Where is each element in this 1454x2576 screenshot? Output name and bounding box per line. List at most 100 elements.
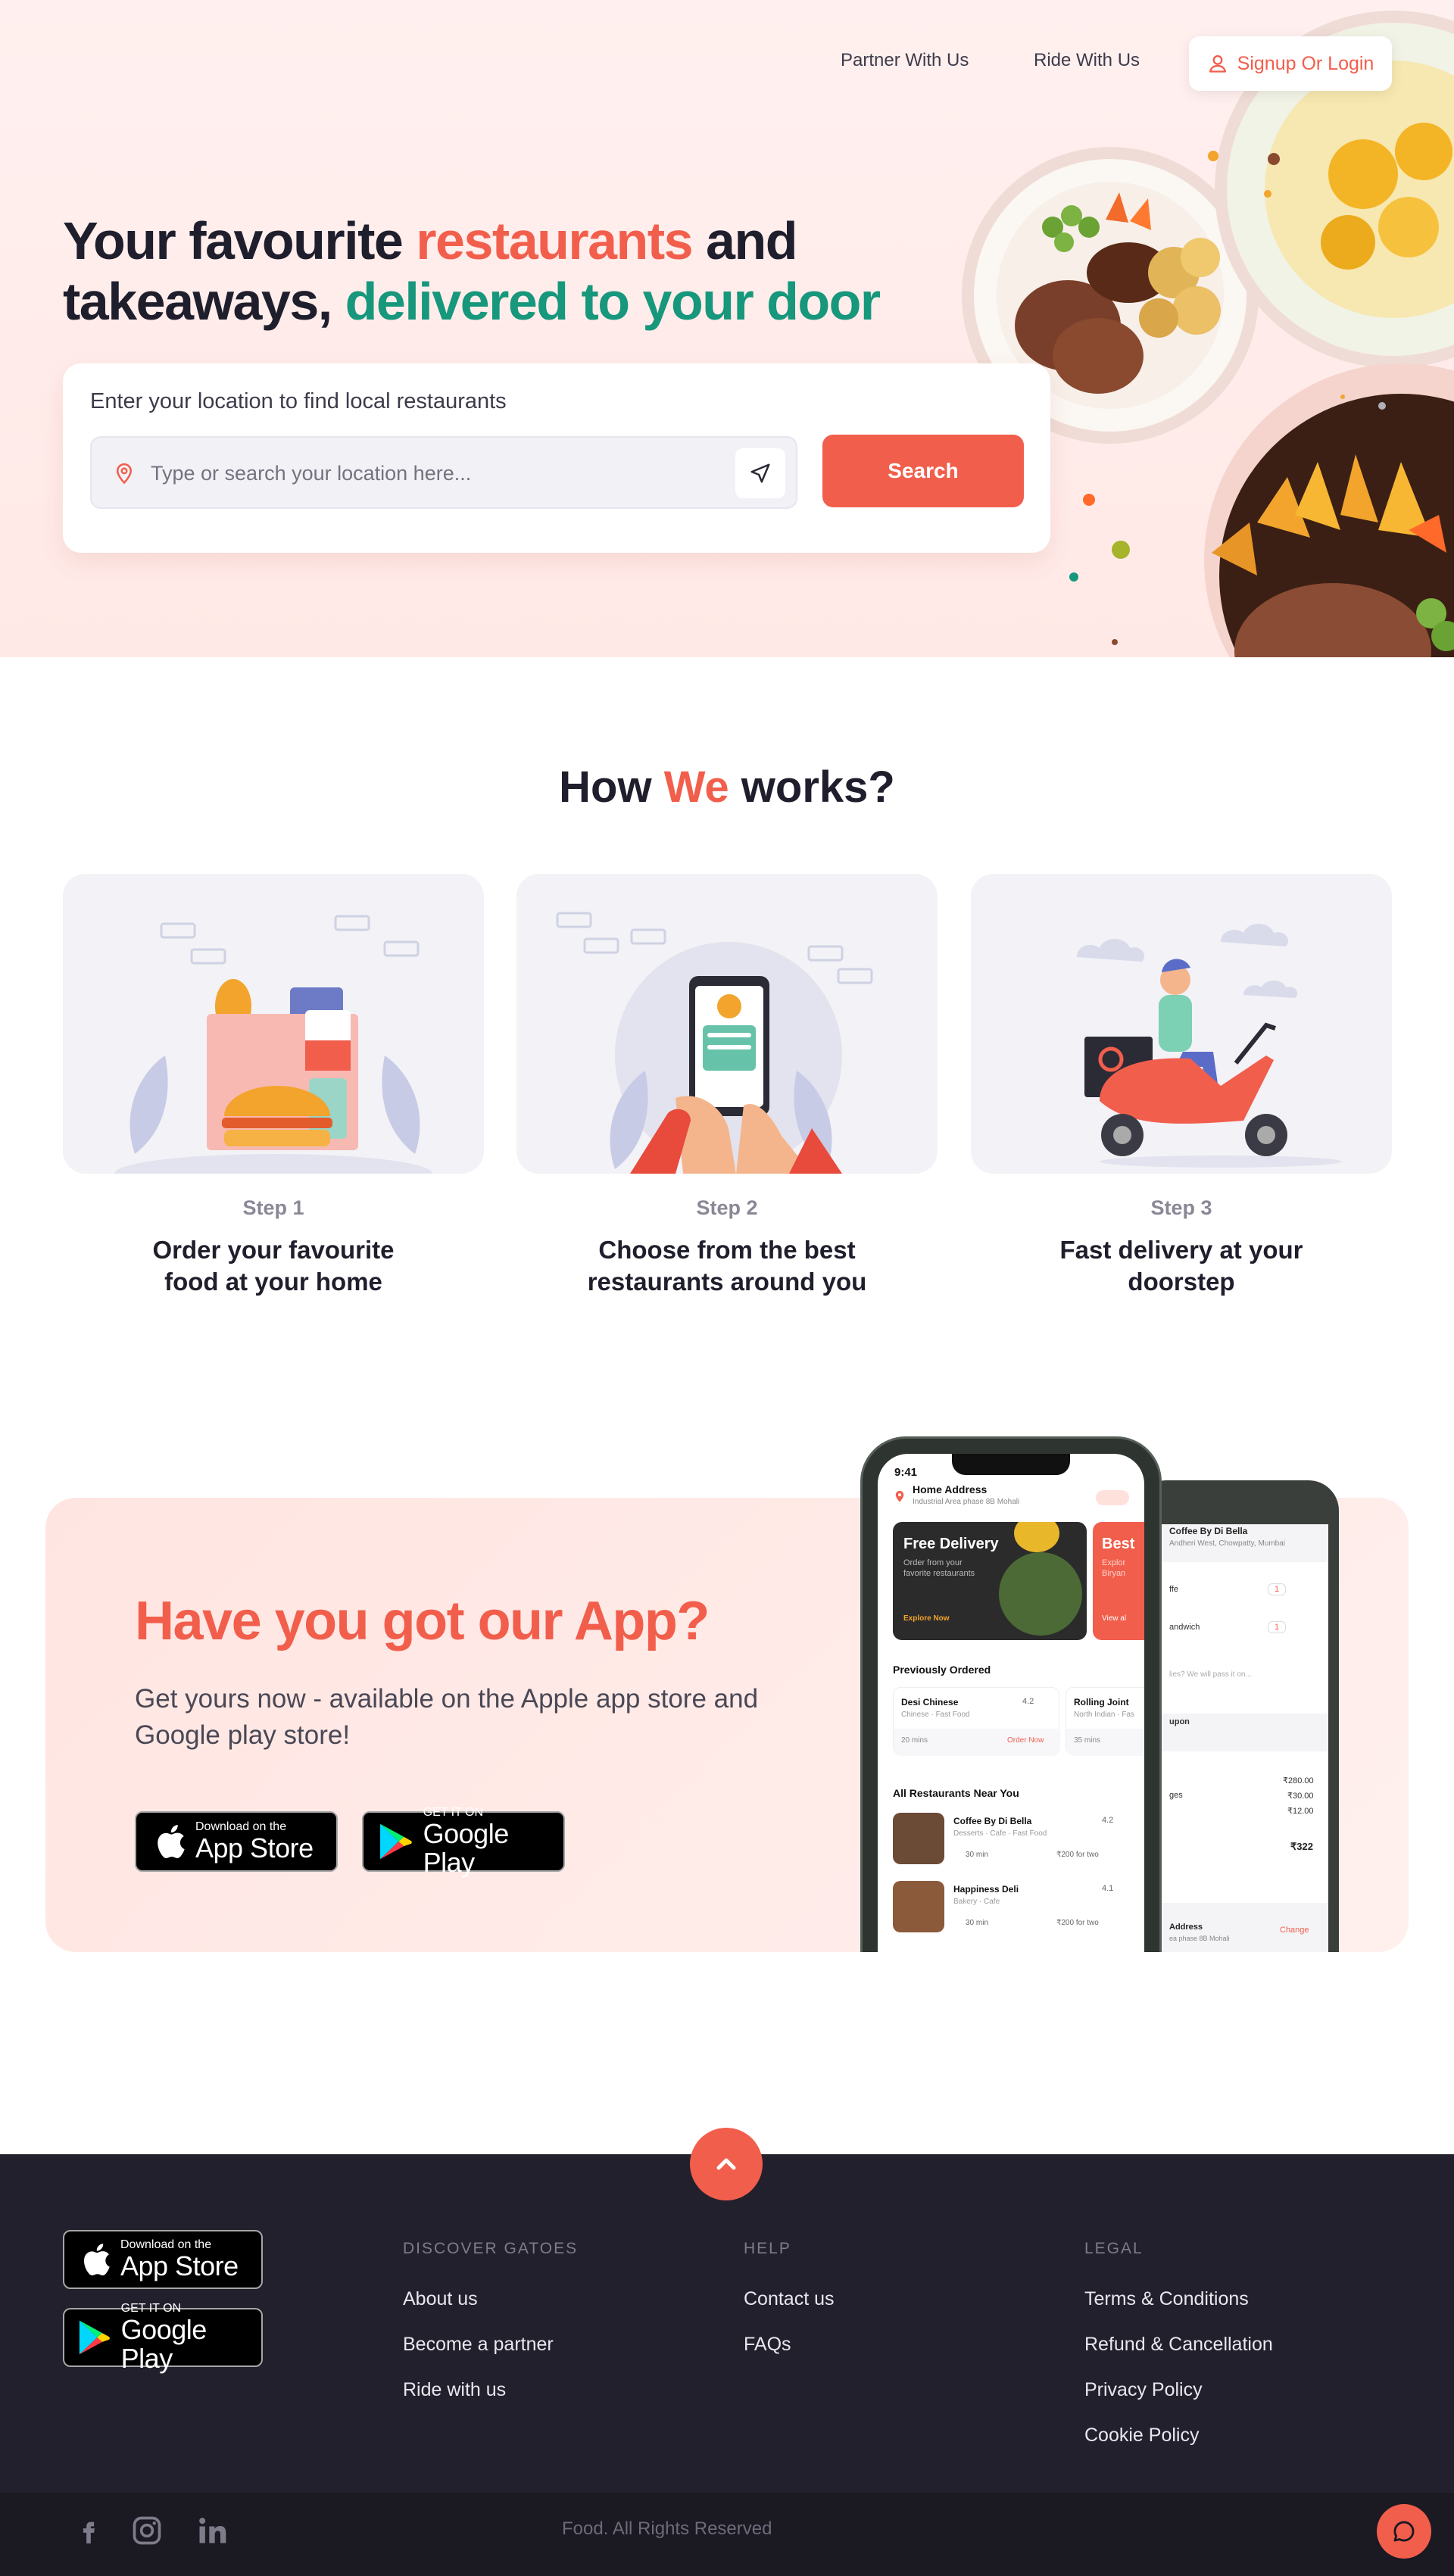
back-address-sub: ea phase 8B Mohali xyxy=(1169,1935,1230,1942)
banner2-sub-1: Explor xyxy=(1102,1558,1126,1567)
facebook-icon[interactable] xyxy=(76,2514,101,2547)
back-item-1-qty: 1 xyxy=(1268,1583,1287,1595)
location-input-box[interactable] xyxy=(90,436,797,509)
signup-login-button[interactable]: Signup Or Login xyxy=(1189,36,1392,91)
how-title-text: works? xyxy=(729,763,895,812)
footer-faqs-link[interactable]: FAQs xyxy=(744,2334,791,2356)
step-1-number: Step 1 xyxy=(242,1196,304,1219)
how-title-highlight: We xyxy=(663,763,729,812)
hero-title-highlight-restaurants: restaurants xyxy=(416,211,693,270)
back-coupon: upon xyxy=(1169,1717,1190,1726)
footer-legal-heading: LEGAL xyxy=(1084,2240,1144,2257)
banner-sub-1: Order from your xyxy=(903,1558,963,1567)
prev1-cuisine: Chinese · Fast Food xyxy=(901,1711,970,1719)
back-price-3: ₹12.00 xyxy=(1287,1807,1314,1816)
step-1-title: Order your favourite food at your home xyxy=(63,1234,484,1298)
restaurant-1-tags: Desserts · Cafe · Fast Food xyxy=(953,1829,1047,1838)
back-note: lies? We will pass it on... xyxy=(1169,1670,1252,1679)
banner-drink-image xyxy=(1014,1522,1059,1552)
footer-app-store-badge[interactable]: Download on the App Store xyxy=(63,2230,263,2289)
back-total: ₹322 xyxy=(1290,1841,1313,1852)
app-store-badge[interactable]: Download on the App Store xyxy=(135,1811,338,1872)
phone-order-illustration xyxy=(556,912,873,1174)
footer-privacy-link[interactable]: Privacy Policy xyxy=(1084,2379,1203,2401)
phone-time: 9:41 xyxy=(894,1466,918,1479)
back-bill-panel xyxy=(1147,1751,1328,1903)
scroll-to-top-button[interactable] xyxy=(690,2128,763,2200)
step-3-card xyxy=(971,874,1392,1174)
back-address-label: Address xyxy=(1169,1923,1203,1932)
hero-title-text: takeaways, xyxy=(63,272,345,331)
pin-icon xyxy=(895,1490,904,1502)
footer-refund-link[interactable]: Refund & Cancellation xyxy=(1084,2334,1273,2356)
footer-ride-link[interactable]: Ride with us xyxy=(403,2379,506,2401)
location-search-input[interactable] xyxy=(151,453,726,494)
restaurant-1-rating: 4.2 xyxy=(1102,1816,1114,1825)
phone-notch xyxy=(952,1454,1070,1475)
scooter-delivery-illustration xyxy=(1077,924,1342,1168)
restaurant-2-name: Happiness Deli xyxy=(953,1884,1019,1895)
restaurant-1-image xyxy=(893,1813,944,1864)
restaurant-2-price: ₹200 for two xyxy=(1056,1919,1099,1927)
back-shop-address: Andheri West, Chowpatty, Mumbai xyxy=(1169,1539,1286,1548)
restaurant-2-image xyxy=(893,1881,944,1932)
apple-icon xyxy=(83,2244,110,2276)
banner-title: Free Delivery xyxy=(903,1536,999,1552)
restaurant-1-name: Coffee By Di Bella xyxy=(953,1816,1032,1826)
chat-button[interactable] xyxy=(1377,2504,1431,2559)
google-play-icon xyxy=(79,2320,110,2355)
front-phone-mockup: 9:41 Home Address Industrial Area phase … xyxy=(860,1436,1162,1954)
instagram-icon[interactable] xyxy=(130,2514,164,2547)
step-3-number: Step 3 xyxy=(1150,1196,1212,1219)
footer-become-partner-link[interactable]: Become a partner xyxy=(403,2334,554,2356)
copyright-text: Food. All Rights Reserved xyxy=(562,2518,772,2539)
nav-partner-link[interactable]: Partner With Us xyxy=(841,50,969,71)
back-change-link: Change xyxy=(1280,1926,1309,1935)
google-play-big-text: Google Play xyxy=(423,1818,510,1878)
footer-contact-link[interactable]: Contact us xyxy=(744,2288,835,2310)
apple-icon xyxy=(158,1825,185,1859)
linkedin-icon[interactable] xyxy=(195,2514,229,2547)
back-price-2: ₹30.00 xyxy=(1287,1792,1314,1801)
phone-address-title: Home Address xyxy=(913,1483,988,1495)
chat-bubble-icon xyxy=(1393,2521,1415,2542)
search-button[interactable]: Search xyxy=(822,435,1024,507)
prev-order-card-2: Rolling Joint North Indian · Fas 35 mins xyxy=(1066,1687,1144,1756)
step-2-title-line2: restaurants around you xyxy=(587,1268,867,1296)
app-promo-subtitle: Get yours now - available on the Apple a… xyxy=(135,1684,759,1750)
hero-title: Your favourite restaurants and takeaways… xyxy=(63,211,881,332)
prev-order-card-1: Desi Chinese 4.2 Chinese · Fast Food 20 … xyxy=(893,1687,1060,1756)
prev2-name: Rolling Joint xyxy=(1074,1697,1129,1707)
app-promo-title: Have you got our App? xyxy=(135,1591,710,1651)
google-play-badge[interactable]: GET IT ON Google Play xyxy=(362,1806,565,1877)
step-1-card xyxy=(63,874,484,1174)
free-delivery-banner: Free Delivery Order from your favorite r… xyxy=(893,1522,1087,1640)
detect-location-button[interactable] xyxy=(735,448,785,498)
step-3-title-line2: doorstep xyxy=(1128,1268,1235,1296)
nav-ride-link[interactable]: Ride With Us xyxy=(1034,50,1140,71)
back-phone-screen: Coffee By Di Bella Andheri West, Chowpat… xyxy=(1147,1524,1328,1952)
step-1-title-line2: food at your home xyxy=(164,1268,382,1296)
hero-title-text: Your favourite xyxy=(63,211,417,270)
hero-section: Partner With Us Ride With Us Signup Or L… xyxy=(0,0,1454,657)
prev1-time: 20 mins xyxy=(901,1736,928,1745)
chevron-up-icon xyxy=(716,2158,736,2170)
hero-title-highlight-delivery: delivered to your door xyxy=(345,272,881,331)
how-it-works-title: How We works? xyxy=(0,762,1454,812)
banner2-sub-2: Biryan xyxy=(1102,1569,1126,1578)
step-2-number: Step 2 xyxy=(696,1196,758,1219)
footer-cookie-link[interactable]: Cookie Policy xyxy=(1084,2425,1199,2447)
navigation-arrow-icon xyxy=(750,463,770,483)
step-2-card xyxy=(516,874,938,1174)
search-label: Enter your location to find local restau… xyxy=(90,389,507,413)
signup-login-label: Signup Or Login xyxy=(1237,52,1374,74)
footer-about-link[interactable]: About us xyxy=(403,2288,478,2310)
footer-terms-link[interactable]: Terms & Conditions xyxy=(1084,2288,1249,2310)
step-3-title: Fast delivery at your doorstep xyxy=(971,1234,1392,1298)
previously-ordered-heading: Previously Ordered xyxy=(893,1664,991,1676)
restaurant-1-time: 30 min xyxy=(966,1851,989,1859)
back-item-2-qty: 1 xyxy=(1268,1621,1287,1633)
footer-google-play-badge[interactable]: GET IT ON Google Play xyxy=(63,2302,263,2373)
back-item-2: andwich xyxy=(1169,1623,1200,1632)
restaurant-2-rating: 4.1 xyxy=(1102,1884,1114,1893)
